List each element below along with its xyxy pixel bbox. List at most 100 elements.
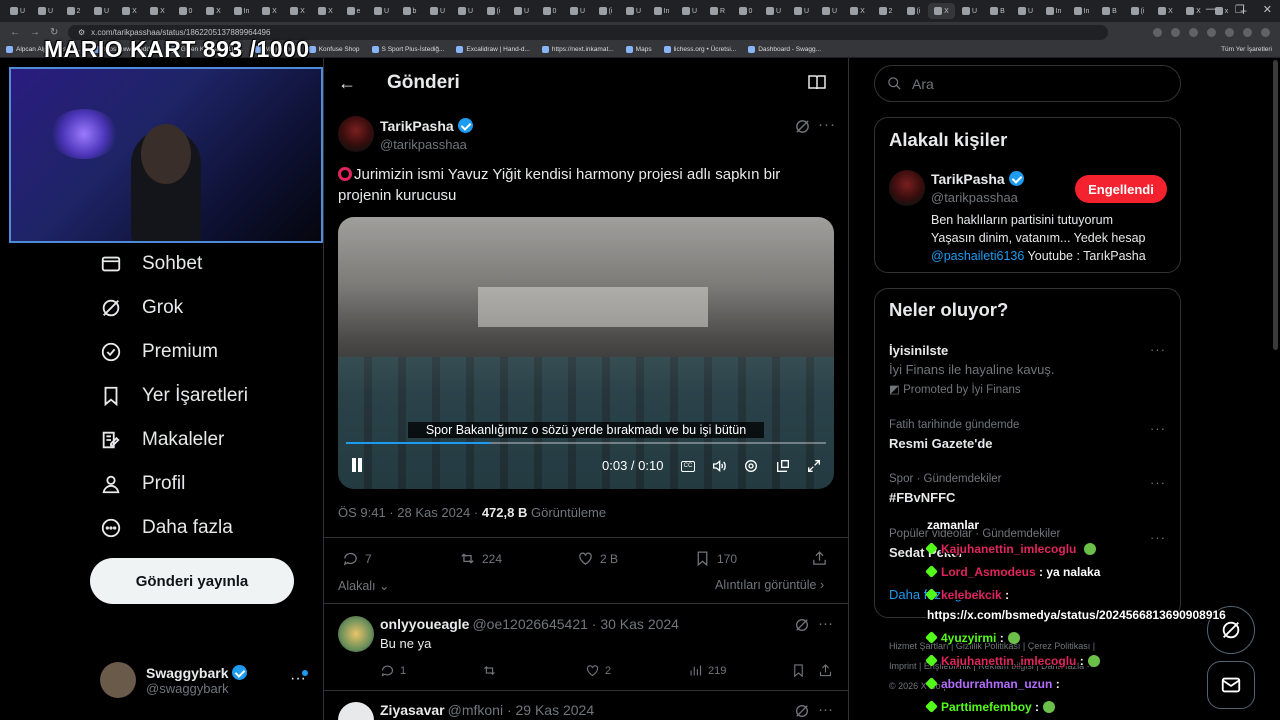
reply-author[interactable]: Ziyasavar @mfkoni · 29 Kas 2024 [380, 702, 594, 718]
star-icon[interactable] [1189, 27, 1198, 37]
nav-item-articles[interactable]: Makaleler [100, 429, 224, 451]
account-switcher[interactable]: Swaggybark @swaggybark [100, 662, 248, 698]
trend-name[interactable]: İyisinilste [889, 343, 948, 358]
bookmark-item[interactable]: S Sport Plus-İstediğ... [371, 46, 444, 53]
related-name[interactable]: TarikPasha [931, 171, 1024, 187]
nav-item-profile[interactable]: Profil [100, 473, 185, 495]
reply-button[interactable]: 7 [342, 550, 372, 567]
nav-item-grok[interactable]: Grok [100, 297, 183, 319]
reply-repost-button[interactable] [482, 663, 497, 678]
blocked-button[interactable]: Engellendi [1075, 175, 1167, 203]
browser-tab[interactable]: X [200, 3, 227, 19]
bookmark-item[interactable]: lichess.org • Ücretsi... [663, 46, 736, 53]
nav-item-premium[interactable]: Premium [100, 341, 218, 363]
reply-more-icon[interactable]: ··· [818, 701, 833, 718]
browser-tab[interactable]: In [648, 3, 675, 19]
like-button[interactable]: 2 B [577, 550, 618, 567]
install-icon[interactable] [1171, 27, 1180, 37]
browser-tab[interactable]: X [284, 3, 311, 19]
browser-tab[interactable]: U [564, 3, 591, 19]
menu-icon[interactable] [1261, 27, 1270, 37]
reply-more-icon[interactable]: ··· [818, 615, 833, 632]
close-icon[interactable]: ✕ [1263, 3, 1272, 16]
browser-tab[interactable]: U [816, 3, 843, 19]
forward-icon[interactable]: → [30, 27, 40, 38]
back-icon[interactable]: ← [10, 27, 20, 38]
reply-sort-dropdown[interactable]: Alakalı ⌄ [338, 578, 390, 593]
reply-reply-button[interactable]: 1 [380, 663, 406, 678]
browser-tab[interactable]: e [340, 3, 367, 19]
volume-icon[interactable] [711, 458, 727, 474]
trend-more-icon[interactable]: ··· [1150, 342, 1166, 357]
post-more-icon[interactable]: ··· [818, 116, 836, 133]
browser-tab[interactable]: (i [480, 3, 507, 19]
browser-tab[interactable]: X [1180, 3, 1207, 19]
browser-tab[interactable]: U [760, 3, 787, 19]
grok-icon[interactable] [794, 118, 811, 135]
trend-more-icon[interactable]: ··· [1150, 421, 1166, 436]
browser-tab[interactable]: X [144, 3, 171, 19]
reader-mode-icon[interactable] [808, 75, 826, 89]
grok-icon[interactable] [794, 617, 810, 633]
bookmark-item[interactable]: Excalidraw | Hand-d... [456, 46, 530, 53]
post-button[interactable]: Gönderi yayınla [90, 558, 294, 604]
browser-tab[interactable]: U [424, 3, 451, 19]
browser-tab[interactable]: b [396, 3, 423, 19]
browser-tab[interactable]: U [1012, 3, 1039, 19]
related-avatar[interactable] [889, 170, 925, 206]
browser-tab[interactable]: U [788, 3, 815, 19]
author-name[interactable]: TarikPasha [380, 118, 473, 134]
browser-tab[interactable]: In [228, 3, 255, 19]
picture-in-picture-icon[interactable] [775, 458, 791, 474]
all-bookmarks-folder[interactable]: Tüm Yer İşaretleri [1221, 46, 1272, 53]
browser-tab[interactable]: U [368, 3, 395, 19]
browser-tab[interactable]: U [4, 3, 31, 19]
browser-tab[interactable]: U [956, 3, 983, 19]
browser-tab[interactable]: U [88, 3, 115, 19]
captions-icon[interactable]: CC [681, 461, 695, 472]
browser-tab[interactable]: 0 [536, 3, 563, 19]
browser-tab[interactable]: X [1152, 3, 1179, 19]
browser-tab[interactable]: X [256, 3, 283, 19]
reply-like-button[interactable]: 2 [585, 663, 611, 678]
profile-icon[interactable] [1243, 27, 1252, 37]
bookmark-item[interactable]: Dashboard - Swagg... [748, 46, 821, 53]
browser-tab[interactable]: X [116, 3, 143, 19]
browser-tab[interactable]: U [676, 3, 703, 19]
browser-tab[interactable]: 0 [732, 3, 759, 19]
minimize-icon[interactable]: — [1206, 3, 1217, 16]
reply-share-button[interactable] [818, 663, 833, 678]
video-player[interactable]: Spor Bakanlığımız o sözü yerde bırakmadı… [338, 217, 834, 489]
share-button[interactable] [811, 550, 828, 567]
browser-tab[interactable]: 2 [60, 3, 87, 19]
trend-name[interactable]: #FBvNFFC [889, 490, 955, 505]
browser-tab[interactable]: U [452, 3, 479, 19]
browser-tab[interactable]: (i [592, 3, 619, 19]
trend-more-icon[interactable]: ··· [1150, 530, 1166, 545]
grok-icon[interactable] [794, 703, 810, 719]
browser-tab[interactable]: 2 [872, 3, 899, 19]
browser-tab[interactable]: X [844, 3, 871, 19]
reply-avatar[interactable] [338, 616, 374, 652]
browser-tab[interactable]: (i [900, 3, 927, 19]
extension-icon[interactable] [1207, 27, 1216, 37]
reply-author[interactable]: onlyyoueagle @oe12026645421 · 30 Kas 2024 [380, 616, 679, 632]
browser-tab[interactable]: R [704, 3, 731, 19]
messages-float-button[interactable] [1207, 661, 1255, 709]
scrollbar[interactable] [1273, 60, 1278, 350]
browser-tab[interactable]: 0 [172, 3, 199, 19]
browser-tab[interactable]: In [1040, 3, 1067, 19]
nav-item-more[interactable]: Daha fazla [100, 517, 233, 539]
bio-mention-link[interactable]: @pashaileti6136 [931, 249, 1024, 263]
browser-tab[interactable]: U [508, 3, 535, 19]
trend-name[interactable]: Resmi Gazete'de [889, 436, 993, 451]
zoom-icon[interactable] [1153, 27, 1162, 37]
reply-views-button[interactable]: 219 [688, 663, 726, 678]
bookmark-item[interactable]: https://next.inkamat... [541, 46, 614, 53]
maximize-icon[interactable]: ❐ [1235, 3, 1245, 16]
browser-tab[interactable]: X [928, 3, 955, 19]
browser-tab[interactable]: X [312, 3, 339, 19]
author-handle[interactable]: @tarikpasshaa [380, 137, 467, 152]
browser-tab[interactable]: In [1068, 3, 1095, 19]
extension-icon[interactable] [1225, 27, 1234, 37]
